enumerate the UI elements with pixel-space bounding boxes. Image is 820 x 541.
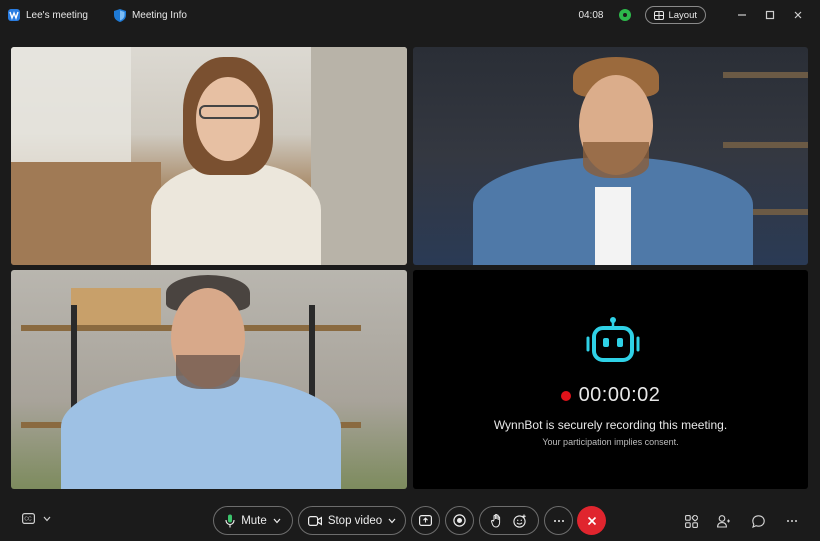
record-button[interactable] bbox=[445, 506, 474, 535]
microphone-icon bbox=[225, 514, 235, 527]
more-options-button[interactable] bbox=[544, 506, 573, 535]
apps-button[interactable] bbox=[682, 512, 700, 530]
raise-hand-reactions-group bbox=[479, 506, 539, 535]
video-tile-participant-2[interactable] bbox=[413, 47, 808, 265]
captions-button[interactable]: CC bbox=[22, 513, 51, 524]
overflow-icon bbox=[787, 520, 797, 522]
app-logo-icon bbox=[8, 9, 20, 21]
apps-icon bbox=[684, 514, 698, 528]
maximize-button[interactable] bbox=[756, 5, 784, 25]
participant-silhouette bbox=[61, 375, 341, 489]
participants-icon bbox=[717, 514, 730, 528]
share-button[interactable] bbox=[411, 506, 440, 535]
connection-status-icon[interactable] bbox=[619, 9, 632, 21]
video-tile-participant-1[interactable] bbox=[11, 47, 407, 265]
participants-button[interactable] bbox=[715, 512, 733, 530]
layout-button[interactable]: Layout bbox=[645, 6, 706, 24]
meeting-timer: 04:08 bbox=[578, 9, 604, 21]
overflow-menu-button[interactable] bbox=[783, 512, 801, 530]
title-bar: Lee's meeting Meeting Info 04:08 Layout bbox=[0, 0, 820, 30]
more-icon bbox=[553, 519, 564, 522]
meeting-title: Lee's meeting bbox=[26, 9, 88, 21]
close-button[interactable] bbox=[784, 5, 812, 25]
share-icon bbox=[419, 515, 432, 526]
stop-video-button[interactable]: Stop video bbox=[298, 506, 406, 535]
recording-bot-tile: 00:00:02 WynnBot is securely recording t… bbox=[413, 270, 808, 489]
chat-button[interactable] bbox=[749, 512, 767, 530]
layout-label: Layout bbox=[668, 9, 697, 21]
chevron-down-icon bbox=[273, 518, 281, 523]
video-tile-participant-3[interactable] bbox=[11, 270, 407, 489]
mute-button[interactable]: Mute bbox=[213, 506, 293, 535]
stop-video-label: Stop video bbox=[327, 514, 383, 527]
meeting-toolbar: CC Mute Stop video bbox=[0, 503, 820, 539]
minimize-button[interactable] bbox=[728, 5, 756, 25]
captions-icon: CC bbox=[22, 513, 35, 524]
chevron-down-icon bbox=[388, 518, 396, 523]
chat-icon bbox=[751, 514, 765, 528]
layout-icon bbox=[654, 10, 665, 20]
reactions-icon[interactable] bbox=[513, 514, 527, 528]
end-call-icon bbox=[587, 516, 596, 525]
svg-text:CC: CC bbox=[24, 517, 32, 523]
title-left: Lee's meeting Meeting Info bbox=[8, 8, 187, 22]
robot-icon bbox=[586, 317, 640, 362]
shield-icon[interactable] bbox=[113, 8, 126, 22]
record-icon bbox=[453, 514, 466, 527]
recording-dot-icon bbox=[560, 390, 571, 401]
mute-label: Mute bbox=[241, 514, 267, 527]
video-camera-icon bbox=[307, 515, 322, 526]
participant-silhouette bbox=[151, 162, 321, 265]
meeting-info-link[interactable]: Meeting Info bbox=[132, 10, 187, 21]
minimize-icon bbox=[738, 14, 746, 16]
recording-timer-row: 00:00:02 bbox=[413, 384, 808, 407]
recording-timer: 00:00:02 bbox=[578, 384, 661, 406]
consent-notice: Your participation implies consent. bbox=[542, 437, 679, 447]
maximize-icon bbox=[765, 10, 775, 20]
raise-hand-icon[interactable] bbox=[490, 513, 502, 528]
title-right: 04:08 Layout bbox=[578, 5, 812, 25]
recording-notice: WynnBot is securely recording this meeti… bbox=[493, 418, 728, 432]
end-call-button[interactable] bbox=[577, 506, 606, 535]
close-icon bbox=[794, 11, 802, 19]
chevron-down-icon bbox=[43, 516, 51, 521]
